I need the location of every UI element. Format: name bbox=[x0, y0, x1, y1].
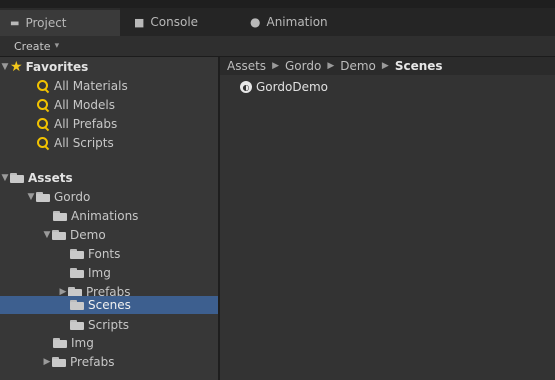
expand-arrow-icon[interactable]: ▼ bbox=[42, 230, 52, 240]
favorite-item-label: All Scripts bbox=[54, 135, 114, 150]
create-button-label: Create bbox=[14, 39, 51, 53]
breadcrumb-separator-icon: ▶ bbox=[272, 61, 279, 71]
project-sidebar: ▼ ★ Favorites All Materials All Models A… bbox=[0, 57, 288, 380]
tab-console[interactable]: ■ Console bbox=[124, 8, 234, 36]
tab-project-label: Project bbox=[25, 16, 67, 30]
favorite-item-all-prefabs[interactable]: All Prefabs bbox=[0, 114, 254, 133]
folder-icon bbox=[70, 267, 84, 278]
chevron-down-icon: ▾ bbox=[54, 41, 60, 51]
favorite-item-label: All Materials bbox=[54, 78, 128, 93]
project-icon: ▬ bbox=[10, 17, 20, 29]
search-icon bbox=[36, 79, 50, 93]
collapse-arrow-icon[interactable]: ▶ bbox=[58, 287, 68, 297]
project-toolbar: Create ▾ bbox=[0, 36, 555, 57]
tree-item-label: Fonts bbox=[88, 246, 121, 261]
folder-icon bbox=[68, 286, 82, 297]
search-icon bbox=[36, 136, 50, 150]
tree-item-label: Gordo bbox=[54, 189, 91, 204]
favorite-item-all-models[interactable]: All Models bbox=[0, 95, 254, 114]
tree-item-label: Img bbox=[88, 265, 111, 280]
favorite-item-all-scripts[interactable]: All Scripts bbox=[0, 133, 254, 152]
breadcrumb-item[interactable]: Gordo bbox=[285, 59, 321, 73]
breadcrumb: Assets ▶ Gordo ▶ Demo ▶ Scenes bbox=[220, 57, 555, 75]
favorite-item-all-materials[interactable]: All Materials bbox=[0, 76, 254, 95]
tab-animation[interactable]: ● Animation bbox=[240, 8, 370, 36]
breadcrumb-item[interactable]: Assets bbox=[227, 59, 266, 73]
tree-item-label: Animations bbox=[71, 208, 139, 223]
tab-project[interactable]: ▬ Project bbox=[0, 8, 120, 36]
folder-icon bbox=[53, 337, 67, 348]
breadcrumb-separator-icon: ▶ bbox=[381, 61, 389, 71]
folder-icon bbox=[53, 210, 67, 221]
assets-header[interactable]: ▼ Assets bbox=[0, 168, 218, 187]
expand-arrow-icon[interactable]: ▼ bbox=[26, 192, 36, 202]
tree-item-label: Img bbox=[71, 335, 94, 350]
folder-icon bbox=[70, 300, 84, 310]
folder-icon bbox=[52, 229, 66, 240]
breadcrumb-separator-icon: ▶ bbox=[327, 61, 335, 71]
window-top-strip bbox=[0, 0, 555, 8]
tree-item-label: Demo bbox=[70, 227, 106, 242]
favorites-label: Favorites bbox=[25, 59, 89, 74]
breadcrumb-current[interactable]: Scenes bbox=[395, 59, 443, 73]
asset-item-label: GordoDemo bbox=[256, 80, 328, 94]
asset-browser: Assets ▶ Gordo ▶ Demo ▶ Scenes ◐ GordoDe… bbox=[220, 57, 555, 380]
animation-icon: ● bbox=[250, 15, 261, 29]
search-icon bbox=[36, 98, 50, 112]
search-icon bbox=[36, 117, 50, 131]
asset-item-gordodemo[interactable]: ◐ GordoDemo bbox=[240, 78, 328, 96]
breadcrumb-item[interactable]: Demo bbox=[340, 59, 376, 73]
favorite-item-label: All Prefabs bbox=[54, 116, 118, 131]
tab-bar: ▬ Project ■ Console ● Animation bbox=[0, 8, 555, 36]
tab-animation-label: Animation bbox=[266, 15, 328, 29]
folder-icon bbox=[70, 319, 84, 330]
console-icon: ■ bbox=[134, 15, 145, 29]
folder-icon bbox=[10, 172, 24, 183]
tree-item-label: Prefabs bbox=[70, 354, 115, 369]
tree-item-label: Scripts bbox=[88, 317, 130, 332]
unity-scene-icon: ◐ bbox=[240, 81, 252, 93]
folder-icon bbox=[70, 248, 84, 259]
star-icon: ★ bbox=[10, 58, 23, 75]
expand-arrow-icon[interactable]: ▼ bbox=[0, 62, 10, 72]
tree-item-gordo[interactable]: ▼ Gordo bbox=[0, 187, 244, 206]
tab-console-label: Console bbox=[150, 15, 199, 29]
folder-icon bbox=[36, 191, 50, 202]
folder-icon bbox=[52, 356, 66, 367]
collapse-arrow-icon[interactable]: ▶ bbox=[42, 357, 52, 367]
assets-label: Assets bbox=[28, 170, 73, 185]
create-button[interactable]: Create ▾ bbox=[14, 38, 59, 54]
expand-arrow-icon[interactable]: ▼ bbox=[0, 173, 10, 183]
favorite-item-label: All Models bbox=[54, 97, 115, 112]
favorites-header[interactable]: ▼ ★ Favorites bbox=[0, 57, 218, 76]
tree-item-label: Scenes bbox=[88, 298, 131, 312]
